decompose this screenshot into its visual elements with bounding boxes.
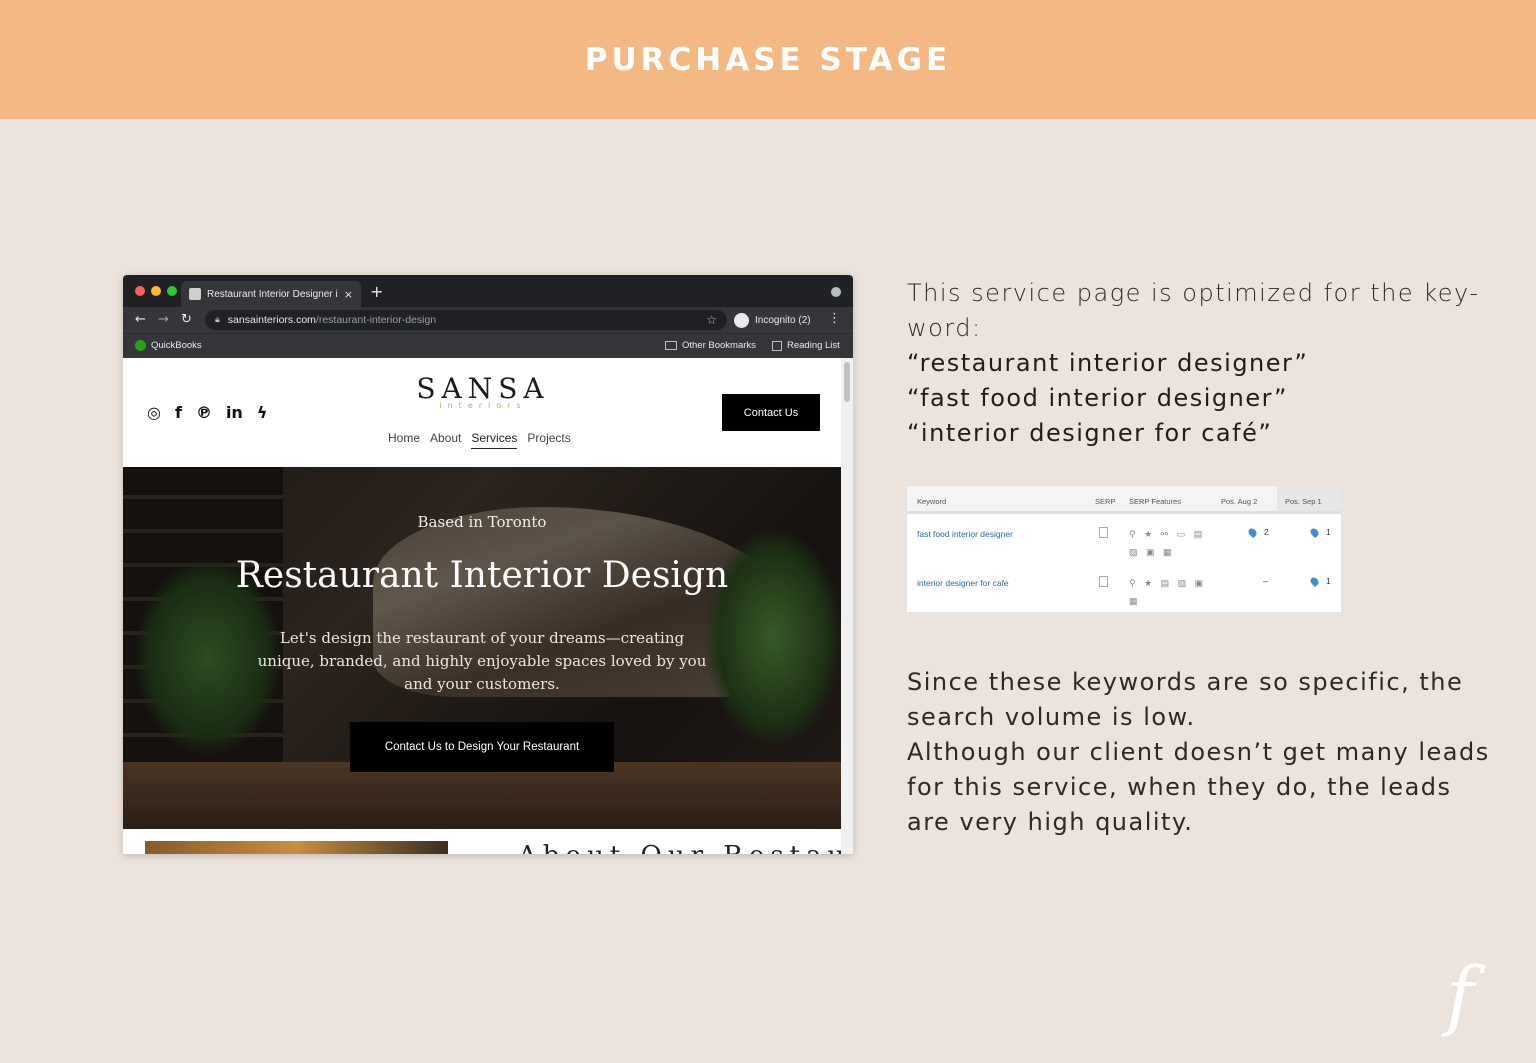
outro-paragraph-2: Although our client doesn’t get many lea… xyxy=(907,738,1490,836)
banner-title: PURCHASE STAGE xyxy=(584,41,952,78)
address-bar-row: ← → ↻ 🔒︎ sansainteriors.com /restaurant-… xyxy=(123,307,853,333)
contact-us-button[interactable]: Contact Us xyxy=(722,394,820,431)
instagram-icon[interactable]: ◎ xyxy=(147,403,161,422)
outro-text: Since these keywords are so specific, th… xyxy=(907,665,1497,840)
nav-about[interactable]: About xyxy=(430,431,461,449)
browser-window: Restaurant Interior Designer in × + ← → … xyxy=(123,275,853,854)
maximize-window-button[interactable] xyxy=(167,286,177,296)
hero-title: Restaurant Interior Design xyxy=(235,555,729,596)
back-arrow-icon[interactable]: ← xyxy=(135,312,146,327)
bookmark-reading-label: Reading List xyxy=(787,340,840,351)
table-header: Keyword SERP SERP Features Pos. Aug 2 Po… xyxy=(907,486,1341,514)
linkedin-icon[interactable]: in xyxy=(226,403,243,422)
row-keyword-link[interactable]: interior designer for cafe xyxy=(917,578,1009,588)
bookmark-quickbooks[interactable]: QuickBooks xyxy=(135,340,202,351)
nav-home[interactable]: Home xyxy=(388,431,420,449)
col-pos-sep[interactable]: Pos. Sep 1 xyxy=(1277,486,1341,511)
col-serp[interactable]: SERP xyxy=(1095,497,1115,506)
keyword-ranking-table: Keyword SERP SERP Features Pos. Aug 2 Po… xyxy=(906,485,1342,613)
pos-aug-value: 2 xyxy=(1264,527,1269,537)
table-row: fast food interior designer ⚲ ★ ⚯ ▭ ▤ ▨ … xyxy=(907,517,1341,566)
bookmark-other[interactable]: Other Bookmarks xyxy=(665,340,756,351)
location-pin-icon xyxy=(1246,526,1259,538)
serp-page-icon[interactable] xyxy=(1099,576,1108,587)
pos-sep-cell: 1 xyxy=(1308,526,1331,538)
col-keyword[interactable]: Keyword xyxy=(917,497,946,506)
window-controls xyxy=(135,286,177,296)
incognito-label: Incognito (2) xyxy=(755,314,811,326)
houzz-icon[interactable]: ϟ xyxy=(257,403,268,422)
tab-restaurant-interior-designer[interactable]: Restaurant Interior Designer in × xyxy=(181,281,361,307)
pos-sep-value: 1 xyxy=(1326,527,1331,537)
below-fold-preview: About Our Restaurant xyxy=(123,829,841,854)
page-scrollbar[interactable] xyxy=(841,358,853,854)
purchase-stage-banner: PURCHASE STAGE xyxy=(0,0,1536,119)
bookmark-star-icon[interactable]: ☆ xyxy=(706,313,717,327)
new-tab-icon[interactable]: + xyxy=(370,282,383,301)
keyword-3: “interior designer for café” xyxy=(907,419,1273,447)
site-header: ◎ f ℗ in ϟ SANSA interiors Home About Se… xyxy=(123,358,841,467)
incognito-indicator[interactable]: Incognito (2) xyxy=(734,310,811,330)
url-host: sansainteriors.com xyxy=(227,314,316,326)
row-keyword-link[interactable]: fast food interior designer xyxy=(917,529,1013,539)
nav-projects[interactable]: Projects xyxy=(527,431,570,449)
reading-list-icon xyxy=(772,340,782,351)
tab-strip: Restaurant Interior Designer in × + xyxy=(123,275,853,307)
outro-paragraph-1: Since these keywords are so specific, th… xyxy=(907,668,1464,731)
hero-description: Let's design the restaurant of your drea… xyxy=(257,629,707,693)
bookmark-other-label: Other Bookmarks xyxy=(682,340,756,351)
url-path: /restaurant-interior-design xyxy=(315,314,437,326)
facebook-icon[interactable]: f xyxy=(175,403,182,422)
table-row: interior designer for cafe ⚲ ★ ▤ ▨ ▣ ▦ –… xyxy=(907,566,1341,615)
browser-chrome: Restaurant Interior Designer in × + ← → … xyxy=(123,275,853,358)
browser-menu-icon[interactable]: ⋮ xyxy=(828,311,841,326)
pos-aug-value: – xyxy=(1263,576,1268,586)
hero-cta-button[interactable]: Contact Us to Design Your Restaurant xyxy=(350,722,614,772)
below-fold-image xyxy=(145,841,448,854)
tab-close-icon[interactable]: × xyxy=(344,288,353,301)
site-logo[interactable]: SANSA interiors xyxy=(413,372,553,410)
keyword-1: “restaurant interior designer” xyxy=(907,349,1309,377)
folder-icon xyxy=(665,341,677,350)
hero-kicker: Based in Toronto xyxy=(417,513,547,531)
tab-title: Restaurant Interior Designer in xyxy=(207,288,338,300)
site-nav: Home About Services Projects xyxy=(388,431,571,449)
serp-features-icons: ⚲ ★ ⚯ ▭ ▤ ▨ ▣ ▦ xyxy=(1129,529,1206,557)
keyword-2: “fast food interior designer” xyxy=(907,384,1288,412)
bookmark-reading-list[interactable]: Reading List xyxy=(772,340,840,351)
below-fold-heading: About Our Restaurant xyxy=(518,841,841,854)
hero-section: Based in Toronto Restaurant Interior Des… xyxy=(123,467,841,829)
close-window-button[interactable] xyxy=(135,286,145,296)
bookmarks-bar: QuickBooks Other Bookmarks Reading List xyxy=(123,333,853,358)
pos-sep-value: 1 xyxy=(1326,576,1331,586)
scrollbar-thumb[interactable] xyxy=(844,362,850,402)
col-serp-features[interactable]: SERP Features xyxy=(1129,497,1181,506)
col-pos-aug[interactable]: Pos. Aug 2 xyxy=(1221,497,1257,506)
social-links: ◎ f ℗ in ϟ xyxy=(147,403,267,422)
tab-search-icon[interactable] xyxy=(831,287,841,297)
minimize-window-button[interactable] xyxy=(151,286,161,296)
nav-services[interactable]: Services xyxy=(471,431,518,449)
location-pin-icon xyxy=(1308,526,1321,538)
location-pin-icon xyxy=(1308,575,1321,587)
brand-f-logo: f xyxy=(1446,950,1475,1039)
serp-features-icons: ⚲ ★ ▤ ▨ ▣ ▦ xyxy=(1129,578,1207,606)
pos-aug-cell: 2 xyxy=(1246,526,1269,538)
reload-icon[interactable]: ↻ xyxy=(181,312,192,327)
url-bar[interactable]: 🔒︎ sansainteriors.com /restaurant-interi… xyxy=(205,310,727,330)
quickbooks-icon xyxy=(135,340,146,351)
forward-arrow-icon[interactable]: → xyxy=(158,312,169,327)
pos-sep-cell: 1 xyxy=(1308,575,1331,587)
pinterest-icon[interactable]: ℗ xyxy=(196,403,212,422)
serp-page-icon[interactable] xyxy=(1099,527,1108,538)
lock-icon: 🔒︎ xyxy=(215,315,220,325)
bookmark-quickbooks-label: QuickBooks xyxy=(151,340,202,351)
intro-text: This service page is optimized for the k… xyxy=(907,279,1480,342)
favicon-icon xyxy=(189,288,201,300)
incognito-icon xyxy=(734,312,749,328)
